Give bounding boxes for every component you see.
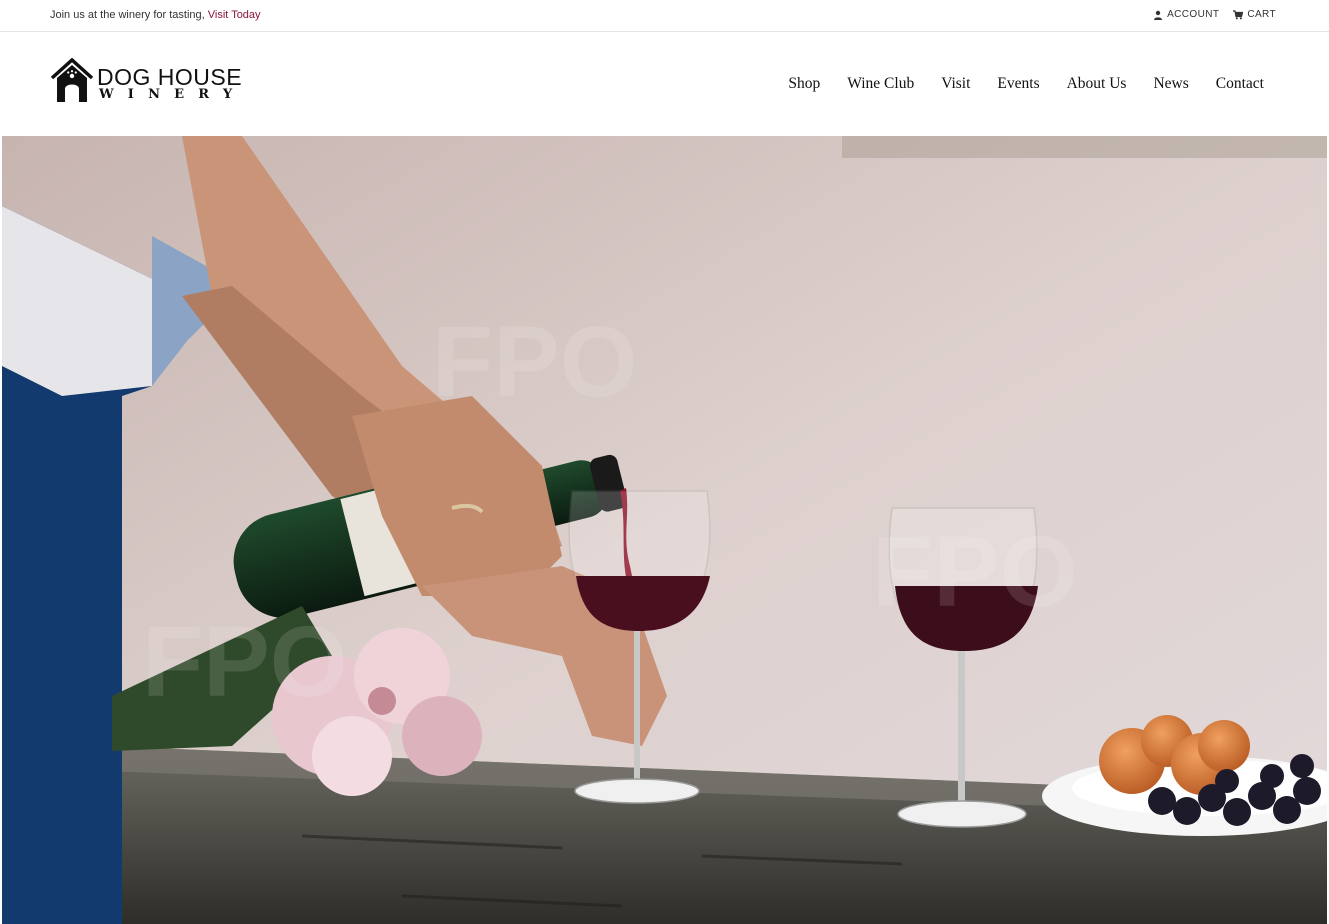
fpo-watermark-1: FPO (432, 306, 638, 418)
hero-image: FPO FPO FPO (2, 136, 1327, 924)
nav-shop[interactable]: Shop (788, 75, 820, 93)
user-icon (1154, 10, 1163, 20)
nav-news[interactable]: News (1153, 75, 1188, 93)
visit-today-link[interactable]: Visit Today (208, 9, 261, 21)
fpo-watermark-2: FPO (872, 516, 1078, 628)
fpo-watermark-3: FPO (142, 606, 348, 718)
hero-photo: FPO FPO FPO (2, 136, 1327, 924)
nav-about-us[interactable]: About Us (1067, 75, 1127, 93)
logo-wordmark: DOG HOUSE WINERY (97, 66, 246, 102)
promo-message: Join us at the winery for tasting, Visit… (50, 9, 261, 21)
logo-line2: WINERY (99, 87, 247, 102)
account-label: ACCOUNT (1167, 9, 1220, 20)
site-header: DOG HOUSE WINERY Shop Wine Club Visit Ev… (0, 33, 1329, 136)
top-bar: Join us at the winery for tasting, Visit… (0, 0, 1329, 32)
nav-events[interactable]: Events (997, 75, 1039, 93)
nav-contact[interactable]: Contact (1216, 75, 1264, 93)
cart-link[interactable]: CART (1233, 9, 1276, 20)
nav-wine-club[interactable]: Wine Club (847, 75, 914, 93)
utility-links: ACCOUNT CART (1153, 9, 1276, 20)
account-link[interactable]: ACCOUNT (1153, 9, 1219, 20)
cart-icon (1233, 9, 1244, 19)
main-nav: Shop Wine Club Visit Events About Us New… (788, 75, 1264, 93)
cart-label: CART (1247, 9, 1276, 20)
dog-house-winery-logo[interactable]: DOG HOUSE WINERY (50, 58, 246, 104)
promo-text: Join us at the winery for tasting, (50, 9, 205, 21)
doghouse-icon (50, 58, 94, 102)
nav-visit[interactable]: Visit (941, 75, 970, 93)
logo-line1: DOG HOUSE (97, 64, 243, 90)
